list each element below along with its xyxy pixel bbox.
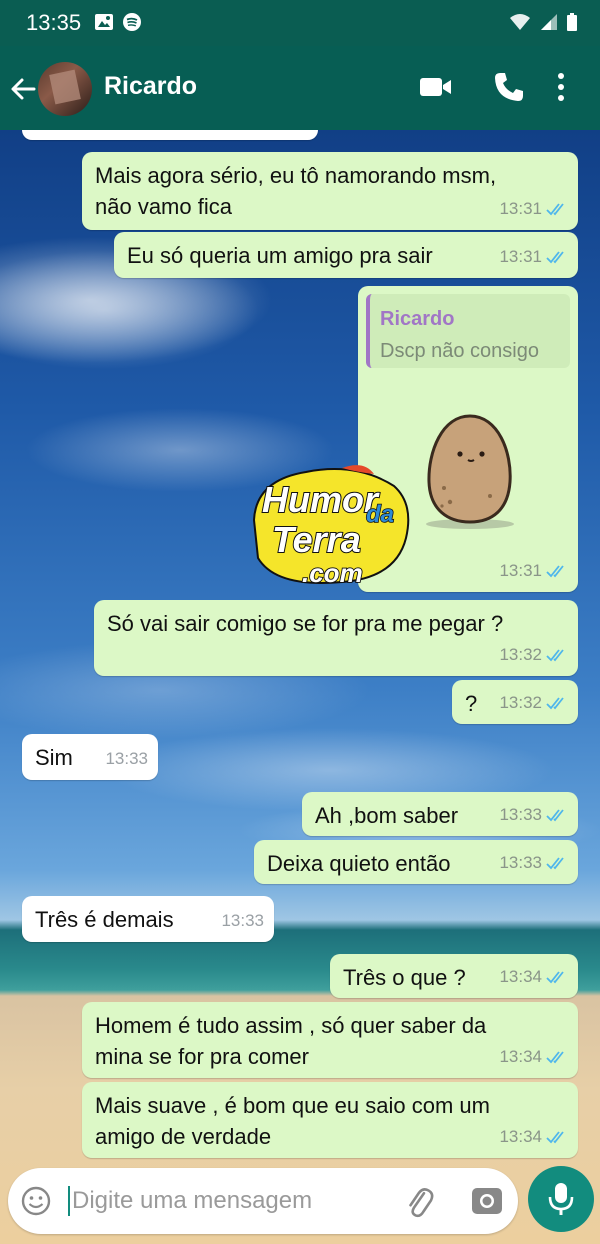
more-options-icon[interactable] — [556, 70, 566, 104]
message-time: 13:33 — [221, 911, 264, 930]
message-text: Eu só queria um amigo pra sair — [127, 243, 433, 268]
quoted-message[interactable]: Ricardo Dscp não consigo — [366, 294, 570, 368]
message-bubble[interactable]: Homem é tudo assim , só quer saber da mi… — [82, 1002, 578, 1078]
message-time: 13:34 — [499, 967, 542, 986]
spotify-icon — [123, 13, 141, 31]
read-ticks-icon — [546, 970, 564, 983]
message-text: Ah ,bom saber — [315, 803, 459, 828]
humor-da-terra-watermark-logo: Humor da Terra .com — [252, 465, 410, 589]
read-ticks-icon — [546, 564, 564, 577]
message-bubble[interactable]: Sim 13:33 — [22, 734, 158, 780]
contact-avatar[interactable] — [38, 62, 92, 116]
read-ticks-icon — [546, 202, 564, 215]
message-input[interactable]: Digite uma mensagem — [72, 1187, 312, 1215]
signal-icon — [541, 14, 557, 30]
message-bubble[interactable]: Mais agora sério, eu tô namorando msm, n… — [82, 152, 578, 230]
video-call-icon[interactable] — [418, 72, 454, 102]
message-time: 13:31 — [499, 199, 542, 218]
wifi-icon — [510, 14, 530, 30]
message-bubble[interactable]: Só vai sair comigo se for pra me pegar ?… — [94, 600, 578, 676]
message-time: 13:33 — [499, 805, 542, 824]
quote-author: Ricardo — [380, 308, 455, 330]
read-ticks-icon — [546, 1130, 564, 1143]
camera-icon[interactable] — [470, 1184, 504, 1218]
message-bubble[interactable]: Três o que ? 13:34 — [330, 954, 578, 998]
message-text: Só vai sair comigo se for pra me pegar ? — [107, 611, 504, 636]
quote-text: Dscp não consigo — [380, 340, 539, 362]
message-bubble[interactable]: Eu só queria um amigo pra sair 13:31 — [114, 232, 578, 278]
read-ticks-icon — [546, 856, 564, 869]
watermark-com: .com — [302, 558, 363, 588]
message-text: Mais suave , é bom que eu saio com um am… — [95, 1093, 490, 1149]
message-bubble[interactable]: ? 13:32 — [452, 680, 578, 724]
read-ticks-icon — [546, 648, 564, 661]
emoji-icon[interactable] — [20, 1185, 52, 1217]
attach-clip-icon[interactable] — [403, 1184, 435, 1218]
message-bubble[interactable]: Mais suave , é bom que eu saio com um am… — [82, 1082, 578, 1158]
read-ticks-icon — [546, 1050, 564, 1063]
read-ticks-icon — [546, 696, 564, 709]
watermark-humor: Humor — [262, 479, 380, 520]
text-cursor — [68, 1186, 70, 1216]
message-time: 13:31 — [499, 247, 542, 266]
message-text: Três é demais — [35, 907, 174, 932]
message-text: ? — [465, 691, 478, 716]
message-time: 13:31 — [499, 561, 542, 580]
message-bubble[interactable]: Deixa quieto então 13:33 — [254, 840, 578, 884]
message-time: 13:33 — [105, 749, 148, 768]
message-text: Sim — [35, 745, 73, 770]
message-composer: Digite uma mensagem — [8, 1168, 518, 1234]
message-time: 13:34 — [499, 1047, 542, 1066]
chat-area[interactable]: Mais agora sério, eu tô namorando msm, n… — [0, 130, 600, 1244]
read-ticks-icon — [546, 808, 564, 821]
message-bubble-partial — [22, 130, 318, 140]
message-bubble[interactable]: Ah ,bom saber 13:33 — [302, 792, 578, 836]
message-bubble[interactable]: Três é demais 13:33 — [22, 896, 274, 942]
message-text: Três o que ? — [343, 965, 466, 990]
potato-sticker — [426, 414, 514, 529]
voice-record-button[interactable] — [528, 1166, 594, 1232]
battery-icon — [567, 13, 577, 31]
status-time: 13:35 — [26, 10, 82, 35]
message-time: 13:32 — [499, 693, 542, 712]
back-arrow-icon[interactable] — [6, 72, 40, 106]
status-bar: 13:35 — [0, 0, 600, 46]
message-time: 13:33 — [499, 853, 542, 872]
message-text: Homem é tudo assim , só quer saber da mi… — [95, 1013, 487, 1069]
microphone-icon — [548, 1183, 574, 1215]
message-text: Deixa quieto então — [267, 851, 451, 876]
voice-call-icon[interactable] — [492, 70, 526, 104]
chat-header: Ricardo — [0, 46, 600, 130]
gallery-icon — [95, 14, 113, 30]
watermark-terra: Terra — [272, 519, 361, 560]
contact-name[interactable]: Ricardo — [104, 72, 197, 101]
message-time: 13:32 — [499, 645, 542, 664]
watermark-da: da — [366, 501, 394, 528]
message-text: Mais agora sério, eu tô namorando msm, n… — [95, 163, 497, 219]
read-ticks-icon — [546, 250, 564, 263]
message-time: 13:34 — [499, 1127, 542, 1146]
